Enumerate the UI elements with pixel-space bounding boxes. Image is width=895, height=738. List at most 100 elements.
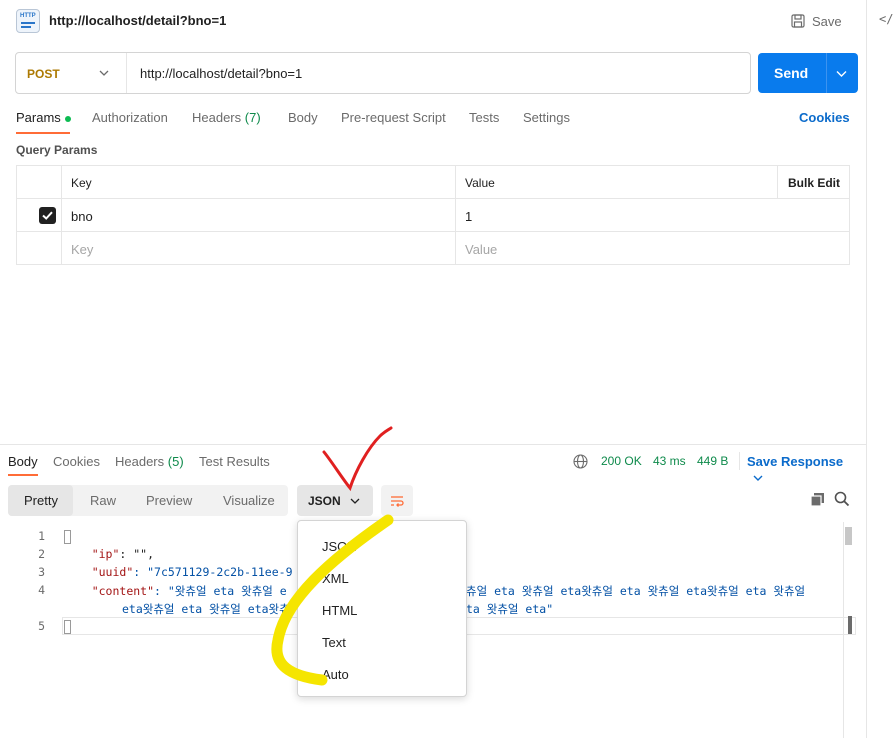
code-line-4-visible-tail: 츄얼 eta 왓츄얼 eta왓츄얼 eta 왓츄얼 eta왓츄얼 eta 왓츄얼: [466, 584, 806, 598]
value-placeholder: Value: [465, 242, 498, 257]
request-header: HTTP http://localhost/detail?bno=1 Save: [0, 0, 866, 42]
new-value-input[interactable]: Value: [456, 232, 849, 265]
response-headers-label: Headers: [115, 454, 165, 469]
method-select[interactable]: POST: [16, 53, 127, 93]
send-label: Send: [774, 65, 809, 81]
table-header-row: Key Value Bulk Edit: [17, 166, 849, 199]
chevron-down-icon[interactable]: [836, 68, 847, 79]
code-line-4-wrap-tail: ta 왓츄얼 eta": [466, 602, 554, 616]
code-line-3: "uuid": "7c571129-2c2b-11ee-9: [64, 565, 293, 579]
checkmark-icon: [42, 211, 53, 220]
status-code[interactable]: 200 OK: [601, 454, 642, 468]
url-bar: POST http://localhost/detail?bno=1: [15, 52, 751, 94]
json-key-uuid: "uuid": [91, 565, 134, 579]
save-button[interactable]: Save: [791, 11, 842, 31]
response-tab-body[interactable]: Body: [8, 454, 38, 469]
format-option-html[interactable]: HTML: [298, 593, 466, 625]
format-dropdown-menu: JSON XML HTML Text Auto: [297, 520, 467, 697]
copy-icon[interactable]: [810, 492, 825, 507]
response-tab-test-results[interactable]: Test Results: [199, 454, 270, 469]
empty-checkbox-cell: [17, 232, 62, 265]
format-option-json[interactable]: JSON: [298, 529, 466, 561]
bulk-edit-button[interactable]: Bulk Edit: [778, 166, 849, 199]
code-snippet-icon[interactable]: </: [879, 12, 893, 26]
line-number: 2: [38, 547, 45, 561]
new-key-input[interactable]: Key: [62, 232, 456, 265]
response-time[interactable]: 43 ms: [653, 454, 686, 468]
tab-headers[interactable]: Headers (7): [192, 110, 261, 125]
response-active-indicator: [8, 474, 38, 476]
bracket-match-box: [64, 529, 71, 544]
param-key: bno: [71, 209, 93, 224]
format-option-text[interactable]: Text: [298, 625, 466, 657]
query-params-table: Key Value Bulk Edit bno 1 Key Value: [16, 165, 850, 265]
format-option-xml[interactable]: XML: [298, 561, 466, 593]
tab-params[interactable]: Params: [16, 110, 71, 125]
param-checkbox[interactable]: [39, 207, 56, 224]
save-response-label: Save Response: [747, 454, 844, 469]
line-number: 3: [38, 565, 45, 579]
wrap-lines-button[interactable]: [381, 485, 413, 516]
query-params-title: Query Params: [16, 143, 98, 157]
tab-tests[interactable]: Tests: [469, 110, 499, 125]
http-request-icon: HTTP: [16, 9, 40, 33]
right-sidebar: </: [866, 0, 895, 738]
cookies-link[interactable]: Cookies: [799, 110, 850, 125]
code-line-4: "content": "왓츄얼 eta 왓츄얼 e: [64, 583, 287, 599]
chevron-down-icon: [350, 498, 360, 504]
editor-scroll-track: [843, 522, 844, 738]
param-key-cell[interactable]: bno: [62, 199, 456, 232]
method-label: POST: [27, 67, 60, 81]
view-visualize[interactable]: Visualize: [208, 485, 288, 516]
tab-authorization[interactable]: Authorization: [92, 110, 168, 125]
line-number: 5: [38, 619, 45, 633]
param-value: 1: [465, 209, 473, 224]
value-column-header: Value: [456, 166, 778, 199]
code-line-1: [64, 529, 71, 544]
format-option-label: Text: [322, 635, 346, 650]
view-mode-selector: Pretty Raw Preview Visualize: [8, 485, 288, 516]
view-preview-label: Preview: [146, 493, 193, 508]
format-option-auto[interactable]: Auto: [298, 657, 466, 689]
format-select-label: JSON: [308, 494, 341, 508]
view-preview[interactable]: Preview: [128, 485, 208, 516]
scrollbar-thumb[interactable]: [845, 527, 852, 545]
line-number: 1: [38, 529, 45, 543]
value-header-label: Value: [465, 176, 495, 190]
code-line-4-wrap: eta왓츄얼 eta 왓츄얼 eta왓츄: [122, 602, 290, 616]
active-tab-indicator: [16, 132, 70, 134]
url-input[interactable]: http://localhost/detail?bno=1: [140, 66, 302, 81]
send-divider: [826, 53, 827, 93]
response-tab-headers[interactable]: Headers (5): [115, 454, 184, 469]
json-key-content: "content": [91, 584, 155, 598]
view-raw[interactable]: Raw: [73, 485, 128, 516]
save-response-button[interactable]: Save Response: [747, 454, 858, 484]
tab-params-label: Params: [16, 110, 61, 125]
chevron-down-icon: [99, 70, 109, 76]
json-value-content-a: : "왓츄얼 eta 왓츄얼 e: [154, 584, 287, 598]
format-option-label: XML: [322, 571, 349, 586]
response-headers-count: (5): [167, 454, 184, 469]
json-key-ip: "ip": [91, 547, 120, 561]
request-title[interactable]: http://localhost/detail?bno=1: [49, 13, 226, 28]
response-size[interactable]: 449 B: [697, 454, 728, 468]
format-select[interactable]: JSON: [297, 485, 373, 516]
send-button[interactable]: Send: [758, 53, 858, 93]
chevron-down-icon: [753, 475, 763, 481]
tab-prerequest-script[interactable]: Pre-request Script: [341, 110, 446, 125]
tab-headers-label: Headers: [192, 110, 242, 125]
tab-body[interactable]: Body: [288, 110, 318, 125]
save-icon: [791, 14, 805, 28]
line-number: 4: [38, 583, 45, 597]
search-icon[interactable]: [834, 491, 850, 507]
view-pretty[interactable]: Pretty: [8, 485, 73, 516]
response-divider[interactable]: [0, 444, 866, 445]
bracket-match-box: [64, 619, 71, 634]
response-tab-cookies[interactable]: Cookies: [53, 454, 100, 469]
key-header-label: Key: [71, 176, 92, 190]
param-value-cell[interactable]: 1: [456, 199, 849, 232]
globe-icon[interactable]: [573, 454, 588, 469]
json-value-ip: : "",: [119, 547, 155, 561]
response-tabs: Body Cookies Headers (5) Test Results 20…: [8, 446, 858, 481]
tab-settings[interactable]: Settings: [523, 110, 570, 125]
